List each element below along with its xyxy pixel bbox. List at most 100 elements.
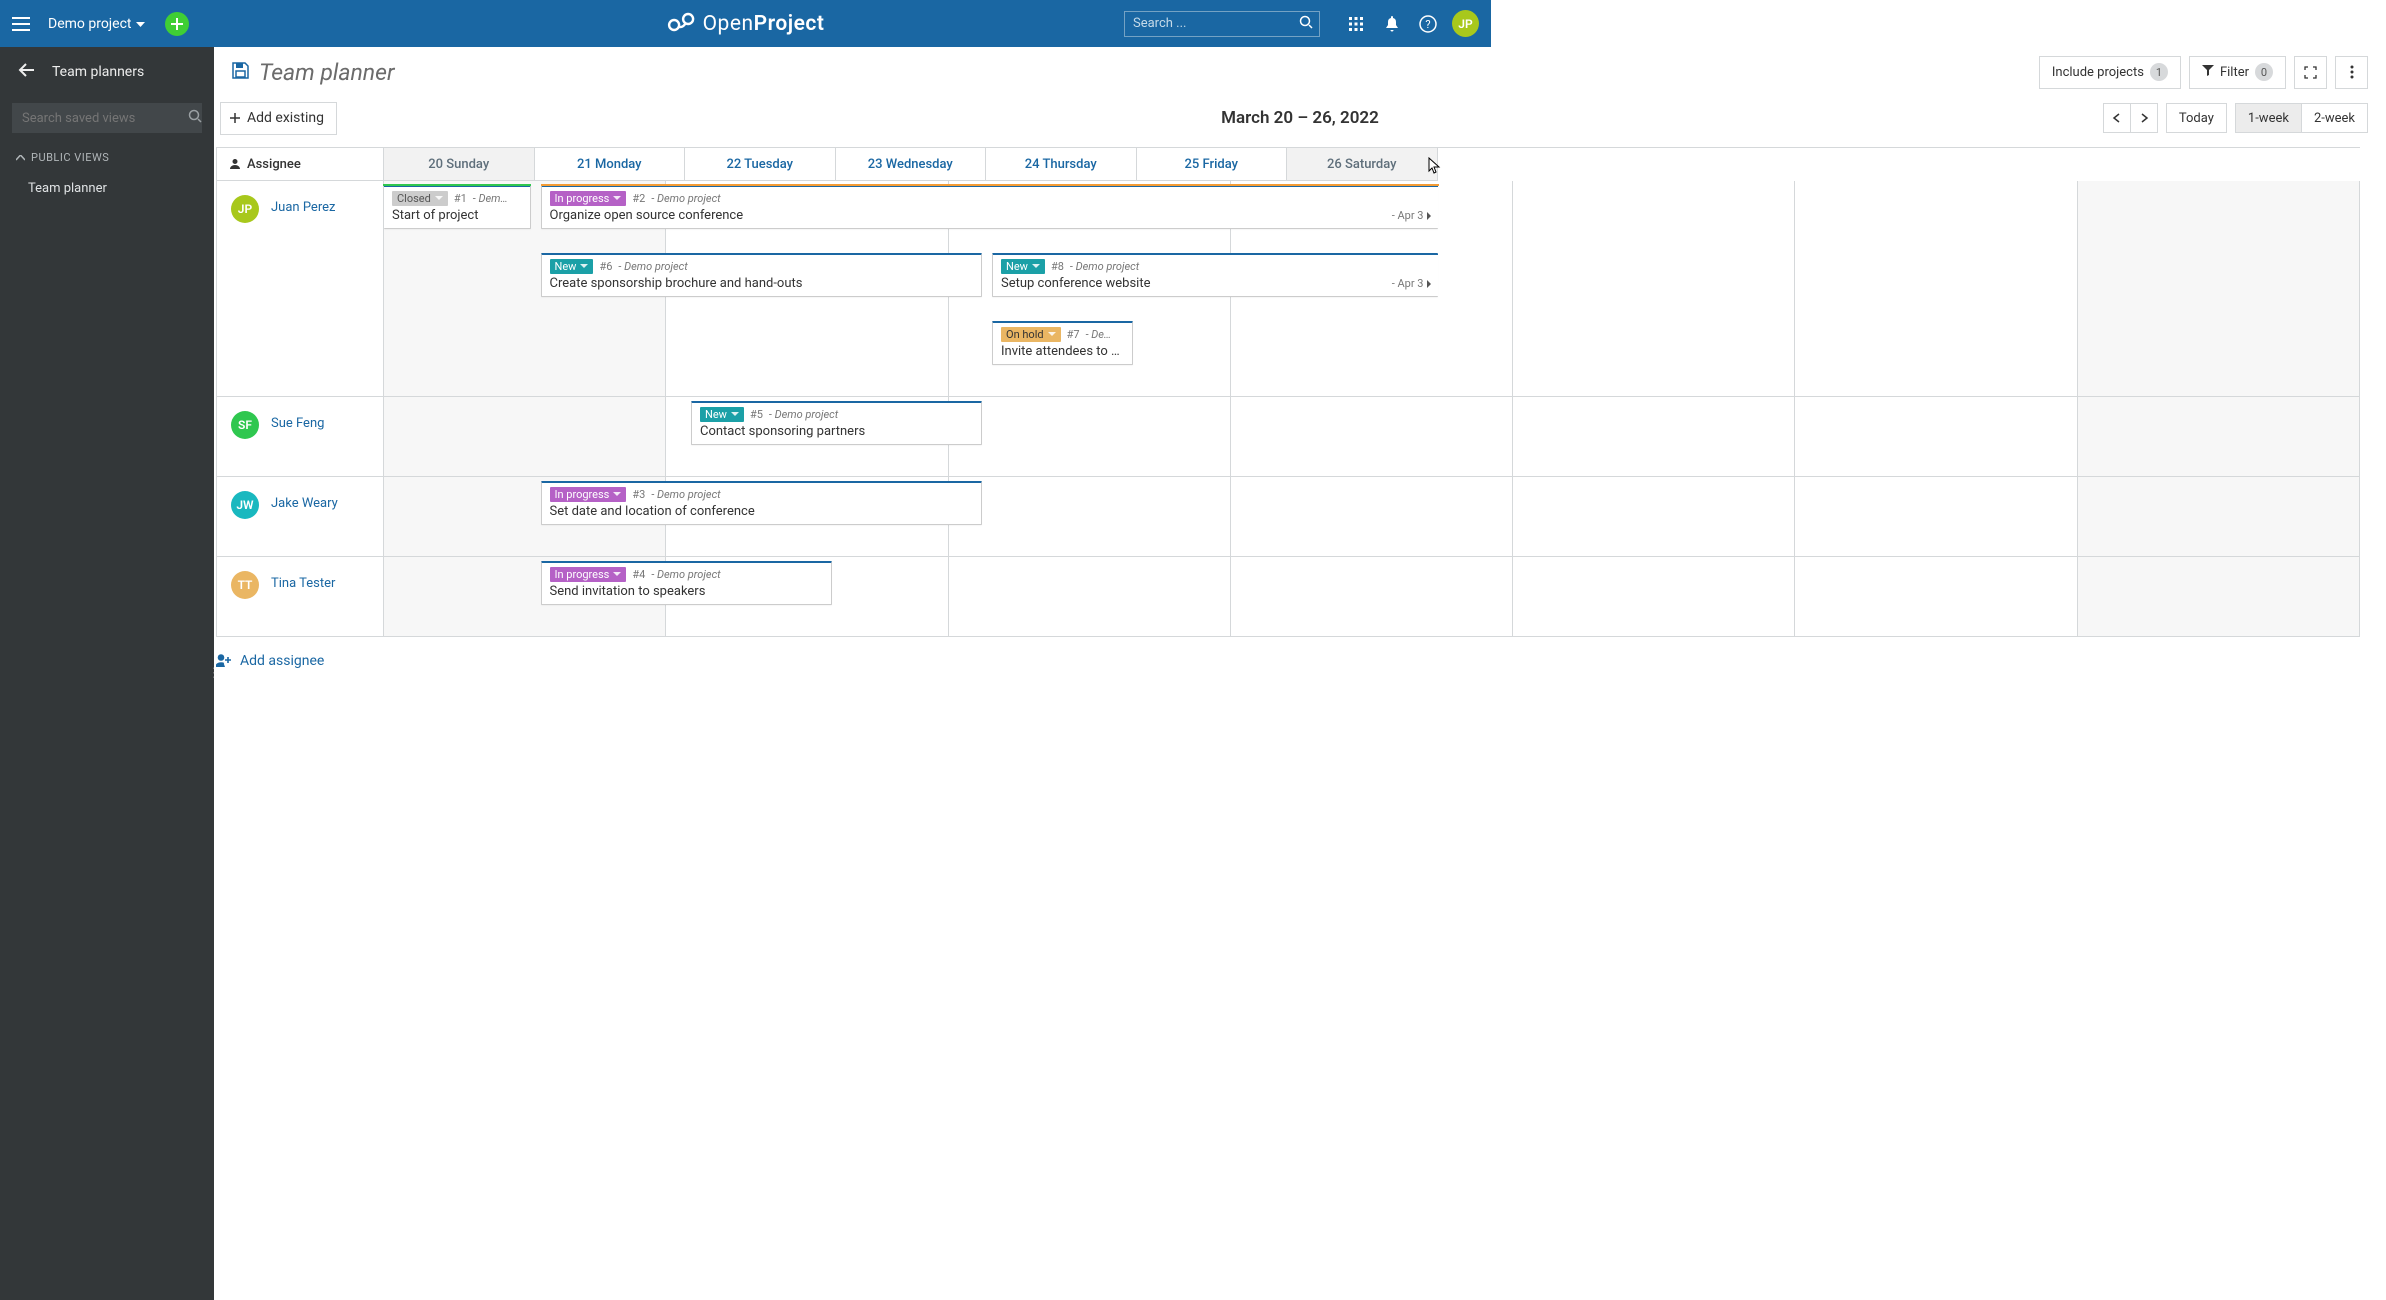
filter-icon [2202,64,2214,80]
assignee-cell: SF Sue Feng [217,397,384,476]
assignee-avatar[interactable]: JW [231,491,259,519]
work-package-card[interactable]: New #8- Demo projectSetup conference web… [992,253,1438,297]
today-button[interactable]: Today [2166,103,2227,133]
sidebar-section-label: PUBLIC VIEWS [31,151,109,164]
day-cell[interactable] [949,477,1231,556]
sidebar-search-input[interactable] [22,111,188,126]
sub-toolbar: Add existing March 20 – 26, 2022 Today 1… [214,97,2386,139]
save-icon[interactable] [232,62,249,83]
two-week-tab[interactable]: 2-week [2301,103,2368,133]
day-cell[interactable] [1513,477,1795,556]
card-project: - Demo project [651,192,720,205]
day-cell[interactable] [1513,557,1795,636]
next-week-button[interactable] [2130,103,2158,133]
day-cell[interactable] [1513,397,1795,476]
card-meta: In progress #4- Demo project [542,563,831,582]
work-package-card[interactable]: New #6- Demo projectCreate sponsorship b… [541,253,983,297]
assignee-avatar[interactable]: TT [231,571,259,599]
app-logo[interactable]: OpenProject [667,11,825,37]
status-badge[interactable]: Closed [392,191,448,206]
user-avatar[interactable]: JP [1452,10,1479,37]
day-cell[interactable] [2078,477,2360,556]
logo-text: OpenProject [703,12,825,36]
add-existing-button[interactable]: Add existing [220,102,337,135]
help-icon[interactable]: ? [1410,0,1446,47]
status-badge[interactable]: On hold [1001,327,1061,342]
svg-text:?: ? [1425,18,1430,31]
status-badge[interactable]: In progress [550,191,627,206]
day-cell[interactable] [1795,477,2077,556]
assignee-name[interactable]: Sue Feng [271,416,324,431]
card-id: #6 [599,260,612,273]
project-selector[interactable]: Demo project [48,16,145,32]
sidebar-search[interactable] [12,103,202,133]
search-icon [1299,15,1313,33]
card-id: #3 [632,488,645,501]
card-title: Organize open source conference [542,206,1438,228]
status-badge[interactable]: New [550,259,594,274]
card-title: Set date and location of conference [542,502,982,524]
bell-icon[interactable] [1374,0,1410,47]
day-cell[interactable] [1231,557,1513,636]
day-header: 21 Monday [535,148,686,181]
assignee-days: New #5- Demo projectContact sponsoring p… [384,397,2360,476]
assignee-avatar[interactable]: SF [231,411,259,439]
day-cell[interactable] [1795,557,2077,636]
work-package-card[interactable]: New #5- Demo projectContact sponsoring p… [691,401,982,445]
assignee-avatar[interactable]: JP [231,195,259,223]
one-week-tab[interactable]: 1-week [2235,103,2302,133]
work-package-card[interactable]: In progress #3- Demo projectSet date and… [541,481,983,525]
include-projects-count: 1 [2150,63,2168,81]
assignee-name[interactable]: Juan Perez [271,200,335,215]
work-package-card[interactable]: On hold #7- De…Invite attendees to … [992,321,1133,365]
fullscreen-button[interactable] [2294,56,2327,89]
card-meta: Closed #1- Dem… [384,187,530,206]
status-badge[interactable]: New [700,407,744,422]
work-package-card[interactable]: Closed #1- Dem…Start of project [384,185,531,229]
status-badge[interactable]: New [1001,259,1045,274]
card-id: #7 [1067,328,1080,341]
day-cell[interactable] [1231,397,1513,476]
global-search-input[interactable] [1133,16,1299,31]
day-cell[interactable] [2078,557,2360,636]
day-cell[interactable] [1231,477,1513,556]
back-arrow-icon[interactable] [18,63,34,81]
include-projects-button[interactable]: Include projects 1 [2039,56,2181,89]
day-cell[interactable] [949,557,1231,636]
more-menu-button[interactable] [2335,56,2368,89]
date-range: March 20 – 26, 2022 [1221,108,1379,128]
planner-grid: Assignee 20 Sunday21 Monday22 Tuesday23 … [216,147,2360,637]
status-badge[interactable]: In progress [550,567,627,582]
day-cell[interactable] [1795,181,2077,396]
page-title: Team planner [259,59,395,86]
assignee-row: SF Sue Feng New #5- Demo projectContact sp… [217,397,2360,477]
card-meta: On hold #7- De… [993,323,1132,342]
card-project: - Dem… [473,192,508,205]
prev-week-button[interactable] [2103,103,2131,133]
card-extends-indicator: - Apr 3 [1392,277,1432,290]
sidebar-section-public-views[interactable]: PUBLIC VIEWS [0,147,214,168]
day-cell[interactable] [1513,181,1795,396]
global-add-button[interactable] [165,12,189,36]
assignee-days: In progress #3- Demo projectSet date and… [384,477,2360,556]
assignee-name[interactable]: Tina Tester [271,576,335,591]
assignee-row: TT Tina Tester In progress #4- Demo projec… [217,557,2360,637]
day-cell[interactable] [384,397,666,476]
day-cell[interactable] [949,397,1231,476]
work-package-card[interactable]: In progress #4- Demo projectSend invitat… [541,561,832,605]
assignee-cell: TT Tina Tester [217,557,384,636]
apps-icon[interactable] [1338,0,1374,47]
assignee-name[interactable]: Jake Weary [271,496,338,511]
work-package-card[interactable]: In progress #2- Demo projectOrganize ope… [541,185,1438,229]
global-search[interactable] [1124,11,1320,37]
add-assignee-button[interactable]: Add assignee [214,637,2386,669]
status-badge[interactable]: In progress [550,487,627,502]
filter-button[interactable]: Filter 0 [2189,56,2286,89]
hamburger-icon[interactable] [12,17,34,31]
day-cell[interactable] [2078,397,2360,476]
sidebar-item[interactable]: Team planner [0,174,214,203]
day-cell[interactable] [1795,397,2077,476]
topbar-right: ? JP [1124,0,1491,47]
person-icon [229,158,241,170]
day-cell[interactable] [2078,181,2360,396]
